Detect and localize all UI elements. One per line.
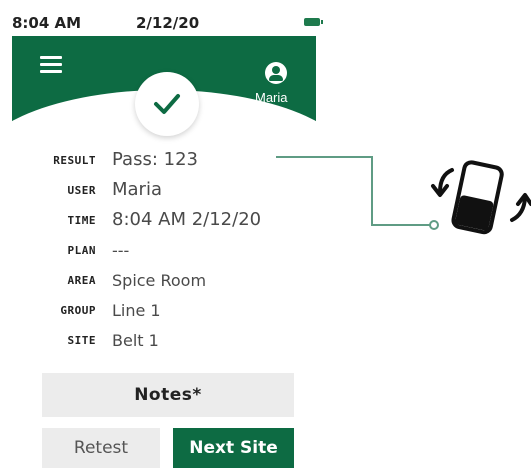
field-label-group: GROUP [60,304,96,317]
rotate-device-icon [431,160,531,235]
field-value-area: Spice Room [112,271,207,290]
field-value-plan: --- [112,241,130,260]
field-value-site: Belt 1 [112,331,159,350]
field-value-time: 8:04 AM 2/12/20 [112,209,262,230]
status-bar: 8:04 AM 2/12/20 [12,12,323,34]
field-value-group: Line 1 [112,301,161,320]
field-area: AREA Spice Room [0,266,330,292]
field-site: SITE Belt 1 [0,326,330,352]
field-label-plan: PLAN [67,244,96,257]
field-time: TIME 8:04 AM 2/12/20 [0,206,330,232]
next-site-button[interactable]: Next Site [173,428,294,468]
checkmark-icon [154,94,180,114]
field-group: GROUP Line 1 [0,296,330,322]
field-label-site: SITE [67,334,96,347]
notes-button[interactable]: Notes* [42,373,294,417]
field-result: RESULT Pass: 123 [0,146,330,172]
field-user: USER Maria [0,176,330,202]
callout-dot [429,220,439,230]
user-account-icon[interactable] [265,62,287,84]
status-time: 8:04 AM [12,14,82,32]
field-label-time: TIME [67,214,96,227]
hamburger-menu-icon[interactable] [40,56,62,74]
retest-button[interactable]: Retest [42,428,160,468]
field-value-user: Maria [112,179,162,200]
field-label-user: USER [67,184,96,197]
status-date: 2/12/20 [136,14,200,32]
result-status-badge [135,72,199,136]
field-plan: PLAN --- [0,236,330,262]
field-label-result: RESULT [53,154,96,167]
device-screen: 8:04 AM 2/12/20 Maria RESULT Pass: 123 U… [0,0,330,468]
field-label-area: AREA [67,274,96,287]
field-value-result: Pass: 123 [112,149,198,170]
battery-icon [304,18,323,26]
